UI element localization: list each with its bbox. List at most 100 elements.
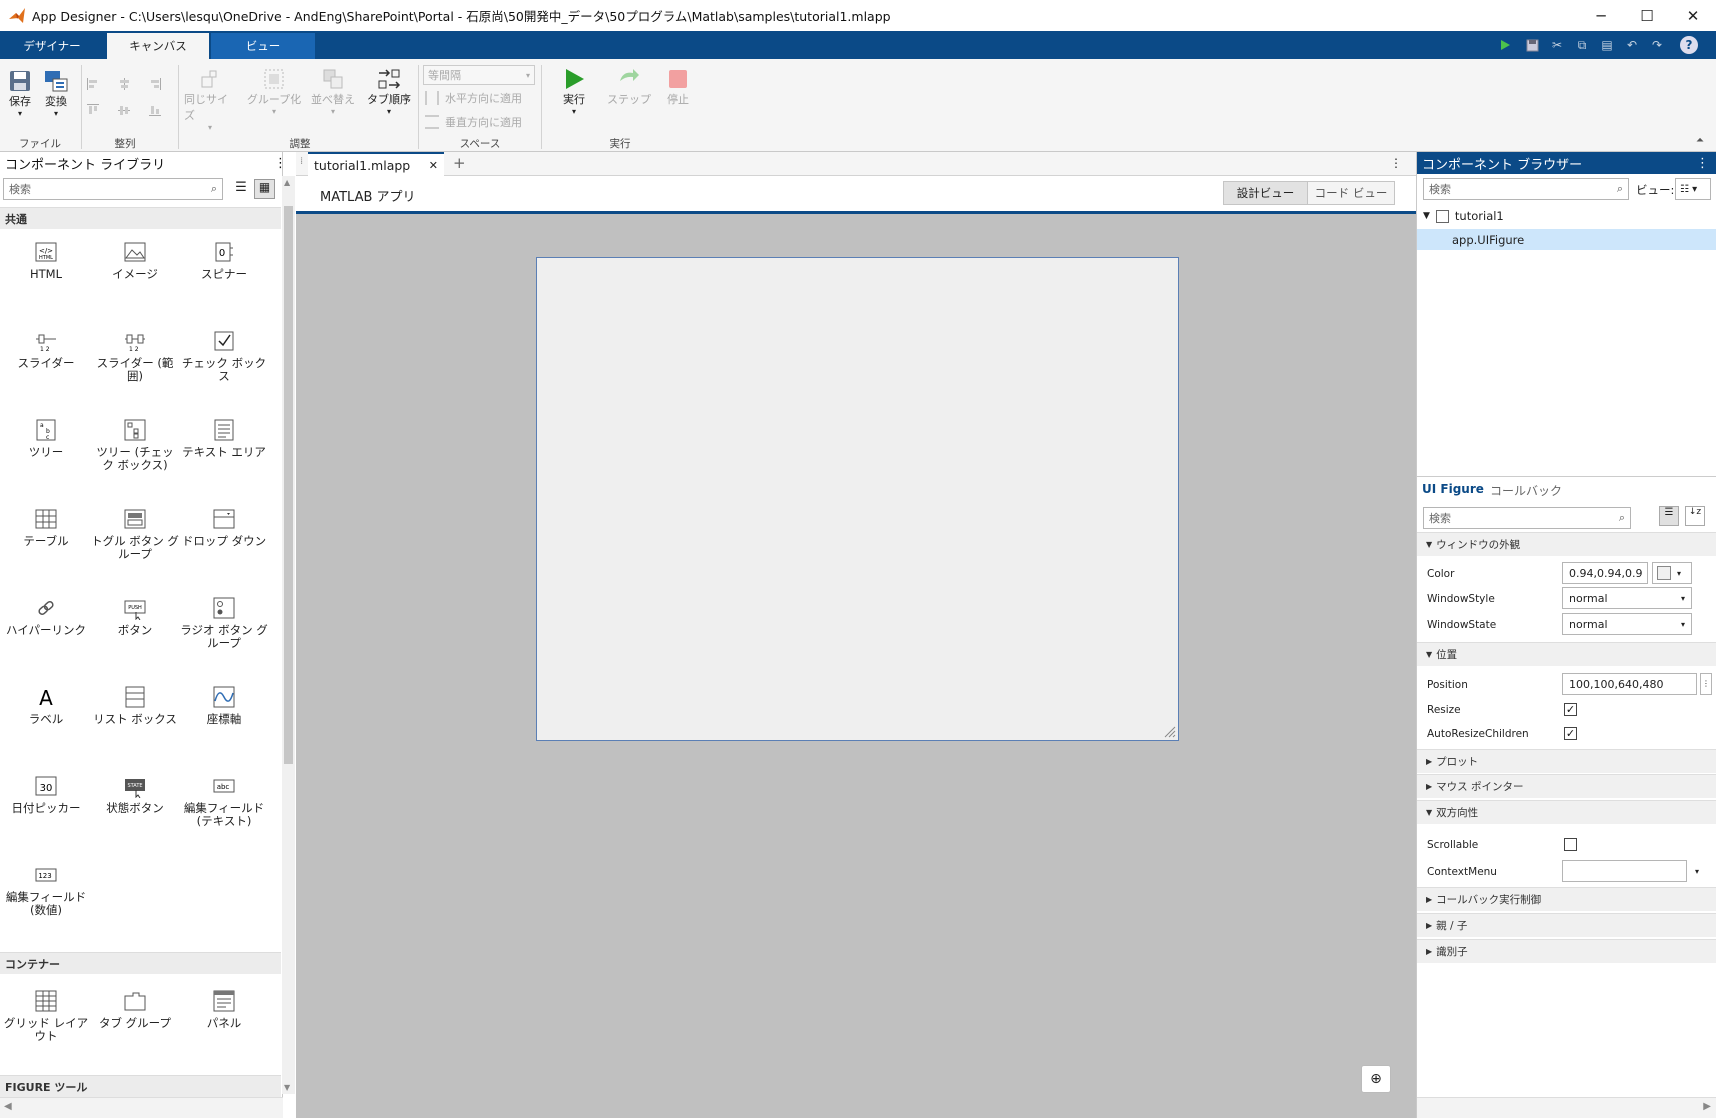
tab-tutorial1[interactable]: tutorial1.mlapp ✕ — [308, 152, 444, 176]
component-edit-numeric[interactable]: 123 編集フィールド (数値) — [2, 862, 90, 917]
apply-horizontal-button[interactable]: 水平方向に適用 — [425, 90, 522, 106]
component-table[interactable]: テーブル — [2, 506, 90, 548]
scroll-up-icon[interactable]: ▲ — [284, 178, 290, 187]
close-tab-icon[interactable]: ✕ — [429, 159, 438, 172]
tab-order-button[interactable]: タブ順序 ▾ — [364, 67, 414, 116]
color-picker[interactable]: ▾ — [1652, 562, 1692, 584]
more-options-icon[interactable]: ⋮ — [274, 156, 287, 171]
component-grid-layout[interactable]: グリッド レイアウト — [2, 988, 90, 1043]
windowstyle-dropdown[interactable]: normal ▾ — [1562, 587, 1692, 609]
align-middle-icon[interactable] — [117, 103, 131, 117]
horizontal-scrollbar[interactable]: ▶ — [1417, 1097, 1716, 1118]
resize-grip-icon[interactable] — [1164, 726, 1176, 738]
align-left-icon[interactable] — [86, 77, 100, 91]
component-checkbox-tree[interactable]: ツリー (チェック ボックス) — [91, 417, 179, 472]
resize-checkbox[interactable]: ✓ — [1564, 703, 1577, 716]
grid-view-icon[interactable]: ▦ — [254, 179, 275, 199]
sort-az-icon[interactable]: ↓z — [1685, 506, 1705, 526]
tab-ui-figure[interactable]: UI Figure — [1422, 482, 1484, 496]
maximize-button[interactable]: ☐ — [1624, 0, 1670, 31]
group-view-icon[interactable]: ☰ — [1659, 506, 1679, 526]
reorder-button[interactable]: 並べ替え ▾ — [308, 67, 358, 116]
copy-quick-icon[interactable]: ⧉ — [1573, 36, 1591, 54]
view-dropdown[interactable]: ☷ ▾ — [1675, 178, 1711, 200]
design-view-button[interactable]: 設計ビュー — [1224, 182, 1308, 204]
redo-quick-icon[interactable]: ↷ — [1648, 36, 1666, 54]
group-position[interactable]: ▼ 位置 — [1417, 642, 1716, 666]
cut-quick-icon[interactable]: ✂ — [1548, 36, 1566, 54]
scrollbar-thumb[interactable] — [284, 206, 293, 764]
component-image[interactable]: イメージ — [91, 239, 179, 281]
stop-button[interactable]: 停止 — [656, 67, 700, 107]
more-options-icon[interactable]: ⋮ — [1696, 156, 1709, 171]
tree-node-root[interactable]: ▼ tutorial1 — [1423, 209, 1504, 223]
scrollable-checkbox[interactable] — [1564, 838, 1577, 851]
ui-figure-canvas[interactable] — [536, 257, 1179, 741]
tab-callbacks[interactable]: コールバック — [1490, 482, 1562, 499]
component-dropdown[interactable]: ドロップ ダウン — [180, 506, 268, 548]
more-options-icon[interactable]: ⋮ — [1390, 156, 1402, 170]
align-top-icon[interactable] — [86, 103, 100, 117]
contextmenu-dropdown[interactable]: ▾ — [1562, 860, 1699, 882]
inspector-search-input[interactable]: 検索 ⌕ — [1423, 507, 1631, 529]
tab-designer[interactable]: デザイナー — [0, 33, 104, 59]
tab-view[interactable]: ビュー — [211, 33, 315, 59]
scroll-down-icon[interactable]: ▼ — [284, 1083, 290, 1092]
tab-canvas[interactable]: キャンバス — [107, 33, 209, 59]
undo-quick-icon[interactable]: ↶ — [1623, 36, 1641, 54]
component-hyperlink[interactable]: ハイパーリンク — [2, 595, 90, 637]
save-quick-icon[interactable] — [1523, 36, 1541, 54]
library-search-input[interactable]: 検索 ⌕ — [3, 178, 223, 200]
run-quick-icon[interactable] — [1496, 36, 1514, 54]
component-text-area[interactable]: テキスト エリア — [180, 417, 268, 459]
group-callback-execution[interactable]: ▶ コールバック実行制御 — [1417, 887, 1716, 911]
convert-button[interactable]: 変換 ▾ — [40, 69, 72, 118]
component-label[interactable]: A ラベル — [2, 684, 90, 726]
component-radio-group[interactable]: ラジオ ボタン グループ — [180, 595, 268, 650]
save-button[interactable]: 保存 ▾ — [5, 69, 35, 118]
component-push-button[interactable]: PUSH ボタン — [91, 595, 179, 637]
group-window-appearance[interactable]: ▼ ウィンドウの外観 — [1417, 532, 1716, 556]
list-view-icon[interactable]: ☰ — [232, 180, 250, 198]
component-tab-group[interactable]: タブ グループ — [91, 988, 179, 1030]
component-tree[interactable]: a b c ツリー — [2, 417, 90, 459]
horizontal-scrollbar[interactable]: ◀ — [0, 1097, 283, 1118]
component-axes[interactable]: 座標軸 — [180, 684, 268, 726]
code-view-button[interactable]: コード ビュー — [1308, 182, 1394, 204]
collapse-toolstrip-icon[interactable]: ⏶ — [1696, 135, 1704, 146]
component-edit-text[interactable]: abc 編集フィールド (テキスト) — [180, 773, 268, 828]
zoom-icon[interactable]: ⊕ — [1361, 1065, 1391, 1093]
scroll-right-icon[interactable]: ▶ — [1703, 1101, 1711, 1112]
component-toggle-group[interactable]: トグル ボタン グループ — [91, 506, 179, 561]
component-date-picker[interactable]: 30 日付ピッカー — [2, 773, 90, 815]
spacing-dropdown[interactable]: 等間隔 ▾ — [423, 65, 535, 85]
align-bottom-icon[interactable] — [148, 103, 162, 117]
align-right-icon[interactable] — [148, 77, 162, 91]
run-button[interactable]: 実行 ▾ — [552, 67, 596, 116]
tree-node-uifigure[interactable]: app.UIFigure — [1417, 229, 1716, 250]
step-button[interactable]: ステップ — [604, 67, 654, 107]
position-field[interactable]: 100,100,640,480 — [1562, 673, 1697, 695]
drag-handle-icon[interactable]: ⁞ — [300, 156, 303, 167]
paste-quick-icon[interactable]: ▤ — [1598, 36, 1616, 54]
component-html[interactable]: </> HTML HTML — [2, 239, 90, 281]
component-panel[interactable]: パネル — [180, 988, 268, 1030]
color-value-field[interactable]: 0.94,0.94,0.9 — [1562, 562, 1648, 584]
scroll-left-icon[interactable]: ◀ — [4, 1101, 12, 1112]
group-identifiers[interactable]: ▶ 識別子 — [1417, 939, 1716, 963]
position-edit-icon[interactable]: ⋮ — [1700, 673, 1712, 695]
component-listbox[interactable]: リスト ボックス — [91, 684, 179, 726]
same-size-button[interactable]: 同じサイズ ▾ — [184, 67, 236, 132]
component-spinner[interactable]: 0 スピナー — [180, 239, 268, 281]
group-mouse-pointer[interactable]: ▶ マウス ポインター — [1417, 774, 1716, 798]
expand-icon[interactable]: ▼ — [1423, 211, 1430, 221]
help-icon[interactable]: ? — [1680, 36, 1698, 54]
component-checkbox[interactable]: チェック ボックス — [180, 328, 268, 383]
group-button[interactable]: グループ化 ▾ — [246, 67, 302, 116]
library-scrollbar[interactable]: ▲ ▼ — [282, 176, 295, 1094]
component-slider[interactable]: 1 2 スライダー — [2, 328, 90, 370]
component-state-button[interactable]: STATE 状態ボタン — [91, 773, 179, 815]
windowstate-dropdown[interactable]: normal ▾ — [1562, 613, 1692, 635]
group-parent-child[interactable]: ▶ 親 / 子 — [1417, 913, 1716, 937]
autoresize-checkbox[interactable]: ✓ — [1564, 727, 1577, 740]
